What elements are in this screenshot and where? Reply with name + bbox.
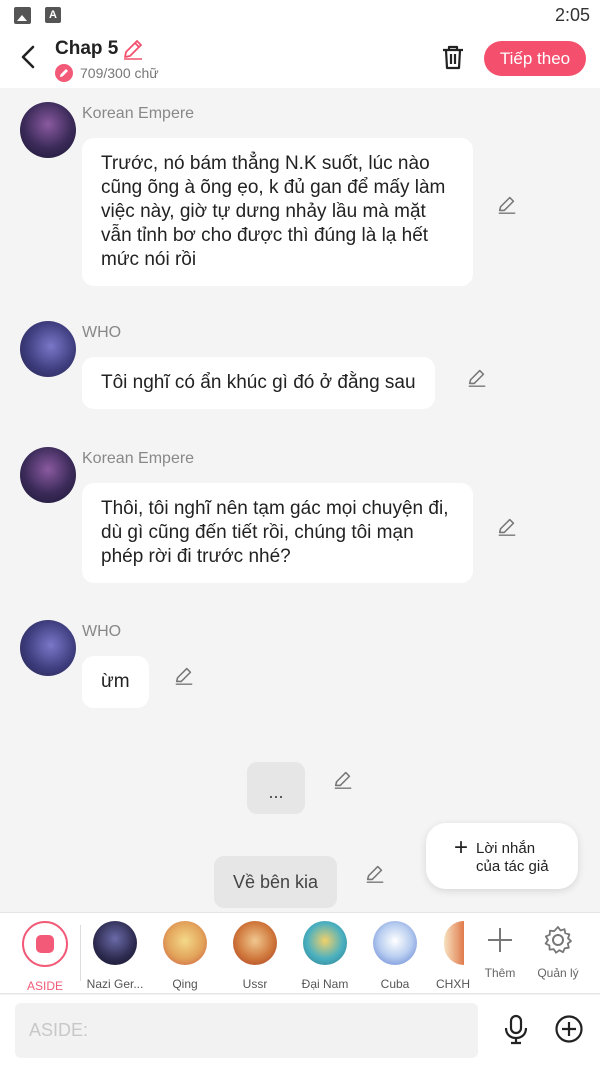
status-time: 2:05 (554, 5, 590, 25)
add-label: Thêm (484, 966, 516, 980)
avatar-who[interactable] (20, 620, 76, 676)
avatar-korean-empere[interactable] (20, 447, 76, 503)
edit-title-button[interactable] (121, 37, 145, 61)
voice-input-button[interactable] (500, 1013, 532, 1045)
sender-name: WHO (82, 623, 122, 640)
plus-icon (488, 928, 512, 952)
add-attachment-button[interactable] (553, 1013, 585, 1045)
compose-bar (0, 995, 600, 1067)
edit-message-button[interactable] (173, 664, 195, 686)
character-label: Ussr (242, 977, 268, 991)
avatar-who[interactable] (20, 321, 76, 377)
message-bubble[interactable]: Thôi, tôi nghĩ nên tạm gác mọi chuyện đi… (82, 483, 473, 583)
pencil-icon (366, 865, 384, 883)
character-chxh[interactable]: CHXH (420, 921, 470, 991)
character-nazi-ger[interactable]: Nazi Ger... (80, 921, 150, 991)
avatar-korean-empere[interactable] (20, 102, 76, 158)
aside-message[interactable]: ... (247, 762, 305, 814)
pencil-icon (175, 667, 193, 685)
avatar (233, 921, 277, 965)
manage-label: Quản lý (537, 966, 579, 980)
gear-icon (544, 926, 572, 954)
avatar (444, 921, 464, 965)
sender-name: Korean Empere (82, 105, 195, 122)
keyboard-a-icon: A (45, 7, 61, 23)
character-label: Nazi Ger... (86, 977, 144, 991)
avatar (163, 921, 207, 965)
back-button[interactable] (14, 42, 44, 72)
avatar (373, 921, 417, 965)
character-label: ASIDE (26, 979, 63, 993)
author-note-line2: của tác giả (476, 858, 549, 875)
manage-characters-button[interactable]: Quản lý (528, 923, 588, 980)
aside-message[interactable]: Về bên kia (214, 856, 337, 908)
plus-icon: + (454, 834, 469, 861)
character-aside[interactable]: ASIDE (10, 921, 80, 993)
character-qing[interactable]: Qing (150, 921, 220, 991)
pencil-icon (498, 518, 516, 536)
author-note-line1: Lời nhắn (476, 840, 536, 857)
message-input[interactable] (15, 1003, 478, 1058)
character-count: 709/300 chữ (80, 65, 159, 81)
character-label: Đại Nam (301, 977, 349, 991)
edit-message-button[interactable] (466, 366, 488, 388)
message-bubble[interactable]: Tôi nghĩ có ẩn khúc gì đó ở đằng sau (82, 357, 435, 409)
character-selector: ASIDE Nazi Ger... Qing Ussr Đại Nam Cuba… (0, 912, 600, 994)
character-label: Qing (172, 977, 198, 991)
edit-message-button[interactable] (496, 193, 518, 215)
edit-message-button[interactable] (364, 862, 386, 884)
add-circle-icon (555, 1015, 583, 1043)
character-ussr[interactable]: Ussr (220, 921, 290, 991)
character-label: CHXH (436, 977, 470, 991)
sender-name: WHO (82, 324, 122, 341)
avatar (93, 921, 137, 965)
avatar (303, 921, 347, 965)
message-bubble[interactable]: Trước, nó bám thẳng N.K suốt, lúc nào cũ… (82, 138, 473, 286)
character-dai-nam[interactable]: Đại Nam (290, 921, 360, 991)
edit-message-button[interactable] (496, 515, 518, 537)
aside-icon (22, 921, 68, 967)
pencil-icon (498, 196, 516, 214)
pencil-icon (124, 40, 142, 60)
next-button[interactable]: Tiếp theo (484, 41, 586, 76)
microphone-icon (504, 1014, 528, 1045)
pencil-icon (468, 369, 486, 387)
trash-icon (443, 45, 463, 70)
pencil-badge-icon (55, 64, 73, 82)
back-arrow-icon (21, 45, 35, 69)
edit-message-button[interactable] (332, 768, 354, 790)
delete-button[interactable] (438, 42, 468, 72)
add-character-button[interactable]: Thêm (470, 923, 530, 980)
chapter-title[interactable]: Chap 5 (55, 38, 118, 60)
top-app-bar: Chap 5 709/300 chữ Tiếp theo (0, 32, 600, 88)
pencil-icon (334, 771, 352, 789)
sender-name: Korean Empere (82, 450, 195, 467)
status-bar: A 2:05 (0, 0, 600, 32)
image-icon (14, 7, 31, 24)
message-bubble[interactable]: ừm (82, 656, 149, 708)
author-note-button[interactable]: + Lời nhắn của tác giả (426, 823, 578, 889)
